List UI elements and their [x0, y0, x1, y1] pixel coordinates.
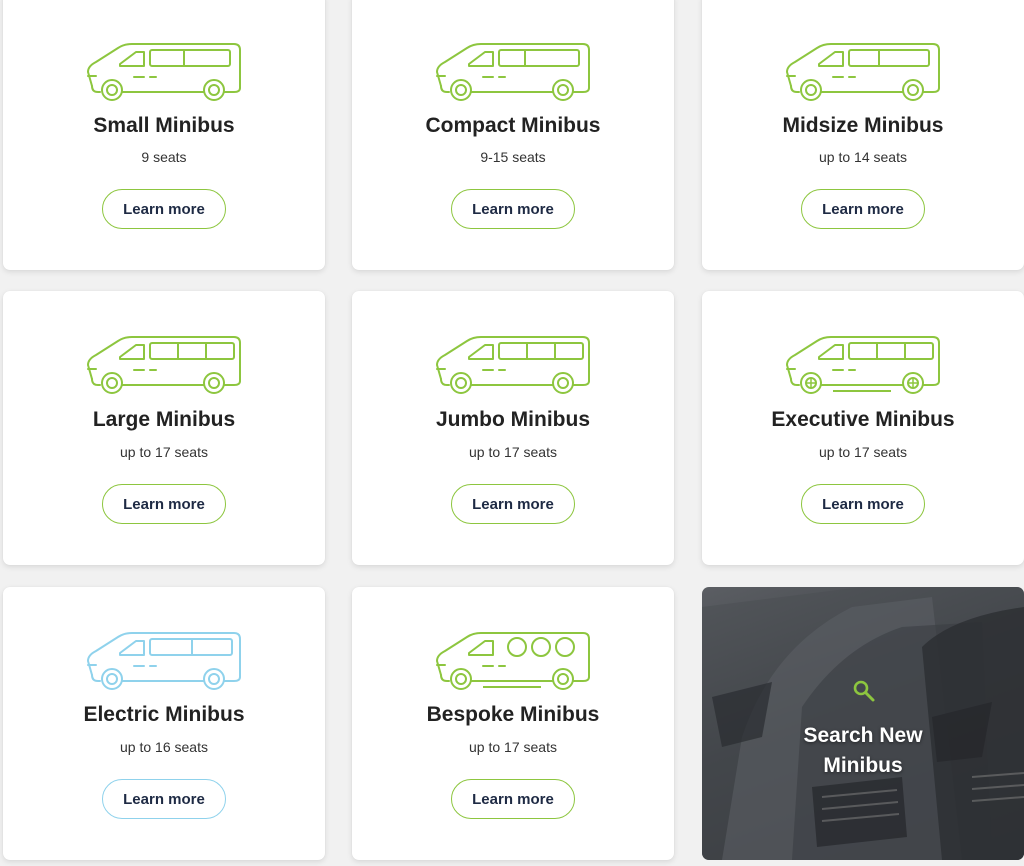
learn-more-button[interactable]: Learn more	[451, 484, 575, 524]
executive-minibus-icon	[786, 336, 940, 394]
large-minibus-icon	[87, 336, 241, 394]
minibus-card-executive: Executive Minibus up to 17 seats Learn m…	[702, 291, 1024, 565]
card-seats: up to 17 seats	[120, 444, 208, 460]
minibus-icon	[436, 43, 590, 101]
minibus-icon	[87, 43, 241, 101]
minibus-card-jumbo: Jumbo Minibus up to 17 seats Learn more	[352, 291, 674, 565]
card-seats: 9 seats	[141, 149, 187, 165]
card-title: Midsize Minibus	[782, 114, 944, 137]
card-seats: up to 17 seats	[469, 444, 557, 460]
card-seats: up to 17 seats	[469, 739, 557, 755]
search-card-title-line1: Search New	[803, 724, 923, 747]
card-title: Compact Minibus	[425, 114, 601, 137]
jumbo-minibus-icon	[436, 336, 590, 394]
card-seats: up to 14 seats	[819, 149, 907, 165]
search-card-title: Search New Minibus	[702, 721, 1024, 781]
learn-more-button[interactable]: Learn more	[102, 484, 226, 524]
search-icon	[853, 680, 875, 702]
minibus-card-large: Large Minibus up to 17 seats Learn more	[3, 291, 325, 565]
minibus-card-small: Small Minibus 9 seats Learn more	[3, 0, 325, 270]
card-title: Bespoke Minibus	[426, 703, 600, 726]
card-seats: 9-15 seats	[480, 149, 546, 165]
card-title: Small Minibus	[93, 114, 235, 137]
learn-more-button[interactable]: Learn more	[102, 779, 226, 819]
minibus-card-midsize: Midsize Minibus up to 14 seats Learn mor…	[702, 0, 1024, 270]
card-seats: up to 16 seats	[120, 739, 208, 755]
card-seats: up to 17 seats	[819, 444, 907, 460]
minibus-icon	[786, 43, 940, 101]
learn-more-button[interactable]: Learn more	[451, 189, 575, 229]
card-title: Jumbo Minibus	[436, 408, 590, 431]
learn-more-button[interactable]: Learn more	[801, 189, 925, 229]
minibus-card-bespoke: Bespoke Minibus up to 17 seats Learn mor…	[352, 587, 674, 860]
electric-minibus-icon	[87, 632, 241, 690]
card-title: Large Minibus	[92, 408, 236, 431]
minibus-card-electric: Electric Minibus up to 16 seats Learn mo…	[3, 587, 325, 860]
search-card-title-line2: Minibus	[823, 754, 903, 777]
search-new-minibus-card[interactable]: Search New Minibus	[702, 587, 1024, 860]
minibus-card-compact: Compact Minibus 9-15 seats Learn more	[352, 0, 674, 270]
learn-more-button[interactable]: Learn more	[102, 189, 226, 229]
learn-more-button[interactable]: Learn more	[451, 779, 575, 819]
card-title: Electric Minibus	[83, 703, 245, 726]
card-title: Executive Minibus	[771, 408, 955, 431]
learn-more-button[interactable]: Learn more	[801, 484, 925, 524]
bespoke-minibus-icon	[436, 632, 590, 690]
